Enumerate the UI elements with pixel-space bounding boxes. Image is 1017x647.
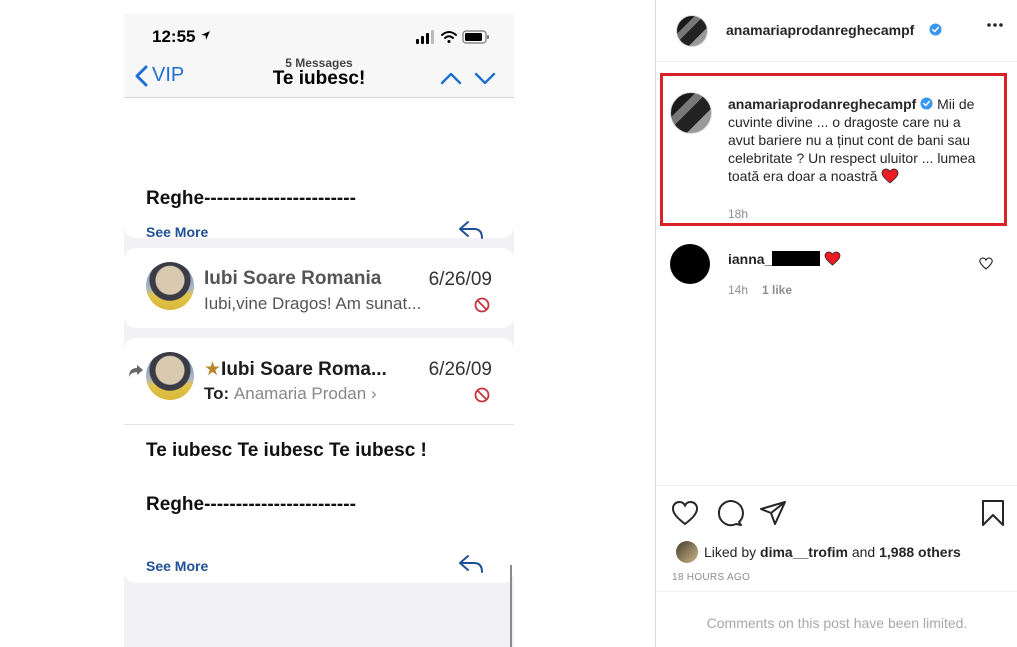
post-time-ago[interactable]: 18 HOURS AGO <box>672 572 750 583</box>
to-label: To: <box>204 384 230 403</box>
reply-icon[interactable] <box>458 554 484 574</box>
status-icons <box>416 30 489 44</box>
caption: anamariaprodanreghecampf Mii de cuvinte … <box>728 95 988 185</box>
sender-name: Iubi Soare Romania <box>204 268 382 289</box>
status-time: 12:55 <box>152 27 211 47</box>
wifi-icon <box>441 31 457 43</box>
bookmark-icon[interactable] <box>978 498 1008 528</box>
location-arrow-icon <box>201 31 211 40</box>
post-sidebar: anamariaprodanreghecampf anamariaprodanr… <box>655 0 1017 647</box>
caption-time: 18h <box>728 207 749 221</box>
mail-screenshot: 12:55 VIP 5 Messages Te iubesc! Reghe---… <box>124 14 514 647</box>
message-card-2[interactable]: Iubi Soare Romania 6/26/09 Iubi,vine Dra… <box>124 248 514 328</box>
comments-limited-notice: Comments on this post have been limited. <box>656 591 1017 647</box>
post-media: 12:55 VIP 5 Messages Te iubesc! Reghe---… <box>0 0 655 647</box>
liked-by-prefix: Liked by <box>704 544 757 560</box>
redaction-bar <box>772 251 821 266</box>
heart-icon[interactable] <box>670 498 700 528</box>
divider <box>124 424 514 425</box>
down-chevron-icon <box>474 72 496 85</box>
forward-arrow-icon <box>129 365 143 377</box>
message-card-1: Reghe------------------------ See More <box>124 98 514 240</box>
liked-by: Liked by dima__trofim and 1,988 others <box>676 541 961 563</box>
recipient-name: Anamaria Prodan <box>233 384 367 403</box>
reply-icon[interactable] <box>458 220 484 240</box>
up-chevron-icon <box>440 72 462 85</box>
comment-line: ianna_ <box>728 251 841 267</box>
message-preview: Iubi,vine Dragos! Am sunat... <box>204 294 422 313</box>
message-nav <box>440 72 496 85</box>
message-body: Reghe------------------------ <box>146 188 356 209</box>
liked-by-user[interactable]: dima__trofim <box>760 544 848 560</box>
more-icon[interactable] <box>986 22 1004 28</box>
message-card-3: ★Iubi Soare Roma... 6/26/09 To: Anamaria… <box>124 338 514 583</box>
caption-avatar[interactable] <box>670 92 712 134</box>
liked-by-others[interactable]: 1,988 others <box>879 544 961 560</box>
sender-line: ★Iubi Soare Roma... <box>204 358 387 381</box>
mail-header: 12:55 VIP 5 Messages Te iubesc! <box>124 14 514 98</box>
verified-icon <box>920 97 933 110</box>
battery-icon <box>462 30 489 44</box>
post-header: anamariaprodanreghecampf <box>656 0 1017 62</box>
comment-icon[interactable] <box>714 498 744 528</box>
comment-likes[interactable]: 1 like <box>762 283 792 297</box>
sender-name: Iubi Soare Roma... <box>221 359 387 380</box>
message-body: Te iubesc Te iubesc Te iubesc ! <box>146 440 427 461</box>
red-heart-icon <box>824 251 841 266</box>
commenter-avatar[interactable] <box>670 244 710 284</box>
verified-icon <box>929 23 942 36</box>
recipient-line[interactable]: To: Anamaria Prodan › <box>204 384 377 404</box>
message-signature: Reghe------------------------ <box>146 494 356 515</box>
status-time-text: 12:55 <box>152 27 196 46</box>
sender-avatar <box>146 352 194 400</box>
author-username[interactable]: anamariaprodanreghecampf <box>726 22 914 38</box>
red-heart-icon <box>881 168 899 184</box>
message-date: 6/26/09 <box>428 269 492 290</box>
caption-username[interactable]: anamariaprodanreghecampf <box>728 96 916 112</box>
like-comment-icon[interactable] <box>979 257 993 270</box>
see-more-link[interactable]: See More <box>146 558 208 574</box>
share-icon[interactable] <box>758 498 788 528</box>
see-more-link[interactable]: See More <box>146 224 208 240</box>
liked-by-and: and <box>851 544 876 560</box>
scrollbar <box>510 565 512 647</box>
signal-icon <box>416 30 434 44</box>
message-date: 6/26/09 <box>428 359 492 380</box>
commenter-username[interactable]: ianna_ <box>728 251 772 267</box>
sender-avatar <box>146 262 194 310</box>
star-icon: ★ <box>204 359 222 380</box>
comment-time: 14h <box>728 283 749 297</box>
no-entry-icon <box>474 297 490 313</box>
no-entry-icon <box>474 387 490 403</box>
author-avatar[interactable] <box>676 15 708 47</box>
liker-avatar[interactable] <box>676 541 698 563</box>
chevron-right-icon: › <box>370 384 377 403</box>
